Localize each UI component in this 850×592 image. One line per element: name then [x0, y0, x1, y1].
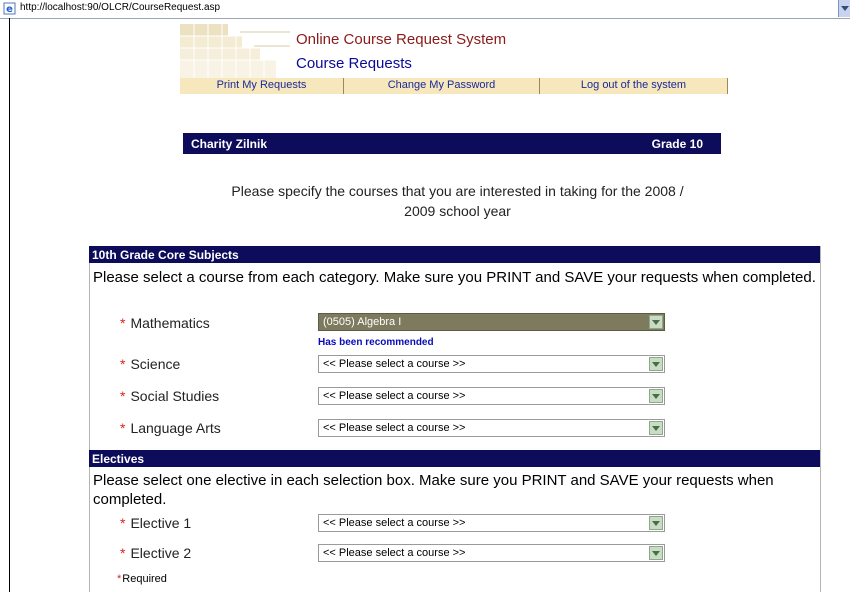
address-dropdown-icon[interactable]: [838, 0, 850, 17]
chevron-down-icon[interactable]: [649, 546, 663, 560]
student-bar: Charity Zilnik Grade 10: [183, 133, 721, 154]
intro-line-2: 2009 school year: [404, 203, 511, 219]
language-arts-label: * Language Arts: [120, 420, 221, 436]
required-marker: *: [120, 515, 126, 531]
mathematics-select[interactable]: (0505) Algebra I: [318, 313, 665, 331]
student-name: Charity Zilnik: [191, 137, 268, 151]
science-select[interactable]: << Please select a course >>: [318, 355, 665, 373]
mathematics-selected-value: (0505) Algebra I: [323, 316, 402, 328]
chevron-down-icon[interactable]: [649, 421, 663, 435]
required-marker: *: [120, 356, 126, 372]
ie-page-icon: e: [3, 2, 16, 15]
window-edge: [9, 18, 10, 592]
elective-2-select[interactable]: << Please select a course >>: [318, 544, 665, 562]
student-grade: Grade 10: [651, 137, 703, 151]
page-subtitle: Course Requests: [296, 55, 412, 72]
science-selected-value: << Please select a course >>: [323, 358, 466, 370]
mathematics-label: * Mathematics: [120, 315, 210, 331]
required-marker: *: [120, 388, 126, 404]
required-legend: *Required: [117, 573, 167, 585]
elective-2-selected-value: << Please select a course >>: [323, 547, 466, 559]
electives-section-title: Electives: [92, 452, 145, 466]
nav-bar: Print My Requests Change My Password Log…: [180, 78, 728, 94]
change-password-link[interactable]: Change My Password: [344, 79, 539, 91]
svg-text:e: e: [6, 4, 13, 15]
print-requests-link[interactable]: Print My Requests: [180, 79, 343, 91]
logout-link[interactable]: Log out of the system: [540, 79, 727, 91]
required-legend-text: Required: [122, 573, 167, 585]
core-section-header: 10th Grade Core Subjects: [89, 246, 820, 263]
chevron-down-icon[interactable]: [649, 357, 663, 371]
recommendation-note: Has been recommended: [318, 337, 434, 348]
address-bar[interactable]: e http://localhost:90/OLCR/CourseRequest…: [0, 0, 850, 19]
electives-section-header: Electives: [89, 450, 820, 467]
required-marker: *: [120, 545, 126, 561]
social-studies-selected-value: << Please select a course >>: [323, 390, 466, 402]
elective-1-selected-value: << Please select a course >>: [323, 517, 466, 529]
intro-line-1: Please specify the courses that you are …: [231, 183, 684, 199]
intro-text: Please specify the courses that you are …: [185, 181, 730, 221]
core-section-title: 10th Grade Core Subjects: [92, 248, 239, 262]
social-studies-select[interactable]: << Please select a course >>: [318, 387, 665, 405]
logo-graphic: [180, 24, 290, 78]
science-label: * Science: [120, 356, 181, 372]
chevron-down-icon[interactable]: [649, 315, 663, 329]
elective-1-label: * Elective 1: [120, 515, 192, 531]
required-marker: *: [120, 315, 126, 331]
chevron-down-icon[interactable]: [649, 389, 663, 403]
language-arts-selected-value: << Please select a course >>: [323, 422, 466, 434]
url-text[interactable]: http://localhost:90/OLCR/CourseRequest.a…: [20, 2, 220, 13]
required-marker: *: [120, 420, 126, 436]
core-instruction: Please select a course from each categor…: [93, 269, 816, 286]
site-title: Online Course Request System: [296, 31, 507, 48]
chevron-down-icon[interactable]: [649, 516, 663, 530]
elective-2-label: * Elective 2: [120, 545, 192, 561]
elective-1-select[interactable]: << Please select a course >>: [318, 514, 665, 532]
electives-instruction: Please select one elective in each selec…: [93, 472, 774, 508]
social-studies-label: * Social Studies: [120, 388, 220, 404]
required-marker: *: [117, 573, 122, 585]
language-arts-select[interactable]: << Please select a course >>: [318, 419, 665, 437]
